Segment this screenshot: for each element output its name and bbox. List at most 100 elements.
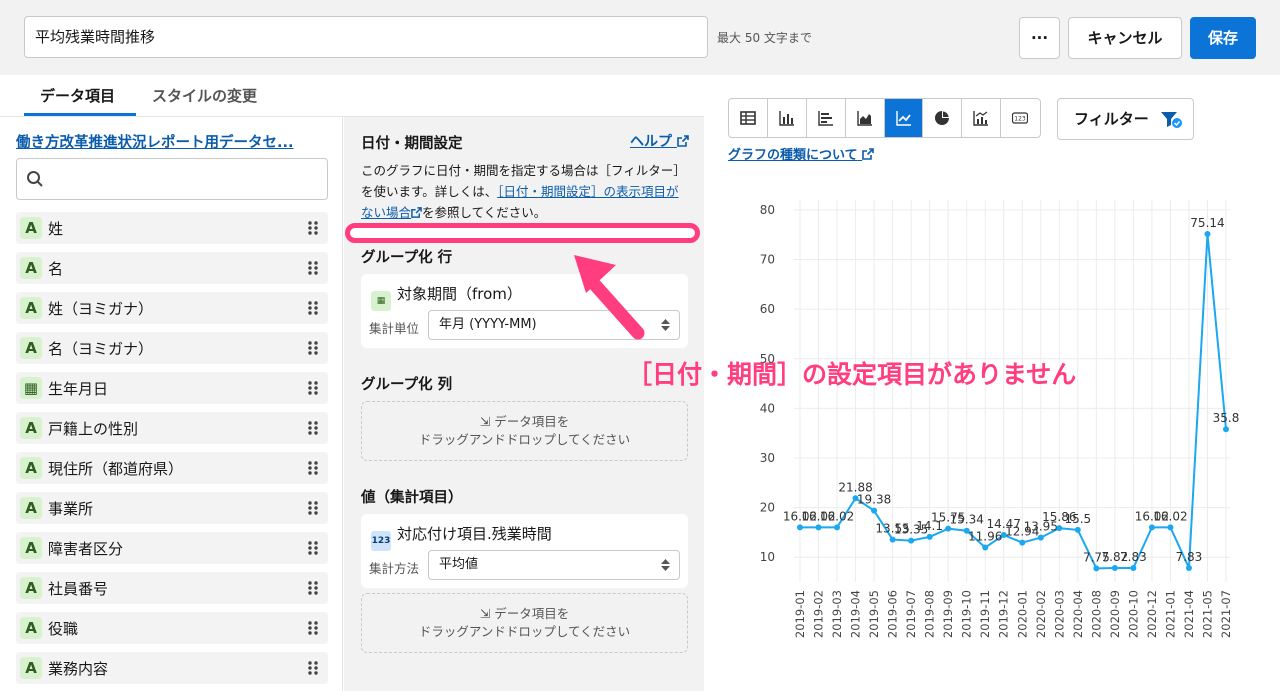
x-tick-label: 2021-01 [1163,590,1177,638]
x-tick-label: 2019-06 [886,590,900,638]
drag-handle-icon[interactable] [308,621,318,635]
data-point [1130,564,1137,571]
field-item[interactable]: A 戸籍上の性別 [16,412,328,444]
x-tick-label: 2019-01 [793,590,807,638]
data-point [1111,565,1118,572]
annotation-arrow [574,255,645,340]
drop-icon: ⇲ [479,606,491,621]
data-point [1019,539,1026,546]
help-link[interactable]: ヘルプ [630,131,689,151]
drop-zone-line-2: ドラッグアンドドロップしてください [418,432,631,447]
data-label: 16.02 [820,509,854,523]
drag-handle-icon[interactable] [308,501,318,515]
data-point [1056,525,1063,532]
field-label: 生年月日 [48,380,109,398]
save-button[interactable]: 保存 [1190,17,1256,59]
field-item[interactable]: ▦ 生年月日 [16,372,328,404]
search-icon [27,171,43,187]
field-label: 障害者区分 [48,540,124,558]
drop-icon: ⇲ [479,414,491,429]
dataset-link[interactable]: 働き方改革推進状況レポート用データセ... [16,131,328,152]
field-item[interactable]: A 現住所（都道府県） [16,452,328,484]
method-select-value: 平均値 [439,557,479,572]
data-point [1223,426,1229,433]
drag-handle-icon[interactable] [308,341,318,355]
data-point [1185,564,1192,571]
group-col-drop-zone[interactable]: ⇲ データ項目を ドラッグアンドドロップしてください [361,401,688,461]
drag-handle-icon[interactable] [308,581,318,595]
data-label: 15.34 [950,513,984,527]
field-item[interactable]: A 事業所 [16,492,328,524]
text-type-icon: A [20,497,42,519]
field-item[interactable]: A姓 [16,212,328,244]
active-tab-indicator [24,113,136,116]
x-tick-label: 2020-08 [1089,590,1103,638]
date-section-title: 日付・期間設定 [361,136,463,152]
text-type-icon: A [20,337,42,359]
field-label: 姓（ヨミガナ） [48,300,154,318]
field-label: 戸籍上の性別 [48,420,139,438]
y-tick-label: 40 [760,401,775,415]
unit-select-value: 年月 (YYYY-MM) [439,317,537,332]
cancel-button[interactable]: キャンセル [1068,17,1182,59]
y-tick-label: 30 [760,451,775,465]
drag-handle-icon[interactable] [308,221,318,235]
field-item[interactable]: A 姓（ヨミガナ） [16,292,328,324]
chart-title-input[interactable]: 平均残業時間推移 [24,16,708,58]
x-tick-label: 2020-01 [1015,590,1029,638]
field-label: 姓 [48,220,64,238]
group-col-title: グループ化 列 [361,377,453,393]
drag-handle-icon[interactable] [308,541,318,555]
field-item[interactable]: A 障害者区分 [16,532,328,564]
more-actions-button[interactable]: ··· [1019,17,1060,59]
drop-zone-text-1: ⇲ データ項目を [362,605,687,623]
field-label: 社員番号 [48,580,109,598]
data-point [834,524,841,531]
field-item[interactable]: A 役職 [16,612,328,644]
method-label: 集計方法 [369,561,420,576]
group-row-item[interactable]: ▦ 対象期間（from） [371,283,522,311]
data-point [1037,534,1044,541]
field-item[interactable]: A 名（ヨミガナ） [16,332,328,364]
help-link-label: ヘルプ [630,134,672,150]
field-item[interactable]: A 業務内容 [16,652,328,684]
header-bar: 平均残業時間推移 最大 50 文字まで ··· キャンセル 保存 [0,0,1280,75]
field-search-input[interactable] [16,158,328,200]
drag-handle-icon[interactable] [308,661,318,675]
data-point [871,507,878,514]
field-item[interactable]: A名 [16,252,328,284]
data-point [982,544,989,551]
date-section-description: このグラフに日付・期間を指定する場合は［フィルター］を使います。詳しくは、［日付… [361,160,691,223]
method-select[interactable]: 平均値 [428,550,680,580]
field-label: 名 [48,260,64,278]
drag-handle-icon[interactable] [308,381,318,395]
tab-data-items[interactable]: データ項目 [40,85,115,106]
title-limit-hint: 最大 50 文字まで [717,31,812,45]
tab-style-change[interactable]: スタイルの変更 [152,85,257,106]
data-point [889,536,896,543]
x-tick-label: 2020-02 [1034,590,1048,638]
x-tick-label: 2020-12 [1145,590,1159,638]
values-item-label: 対応付け項目.残業時間 [397,525,552,543]
x-tick-label: 2021-04 [1182,590,1196,638]
calendar-icon: ▦ [20,377,42,399]
tab-bar: データ項目 スタイルの変更 [0,75,704,117]
data-label: 19.38 [857,493,891,507]
values-item[interactable]: 123 対応付け項目.残業時間 [371,523,552,551]
drag-handle-icon[interactable] [308,261,318,275]
unit-label: 集計単位 [369,321,420,336]
field-label: 事業所 [48,500,94,518]
drop-zone-line-2: ドラッグアンドドロップしてください [418,624,631,639]
text-type-icon: A [20,297,42,319]
x-tick-label: 2019-12 [997,590,1011,638]
values-drop-zone[interactable]: ⇲ データ項目を ドラッグアンドドロップしてください [361,593,688,653]
data-point [1204,231,1211,238]
field-label: 役職 [48,620,79,638]
drag-handle-icon[interactable] [308,301,318,315]
drop-zone-line-1: データ項目を [494,414,570,429]
drop-zone-line-1: データ項目を [494,606,570,621]
drag-handle-icon[interactable] [308,461,318,475]
x-tick-label: 2021-05 [1200,590,1214,638]
field-item[interactable]: A 社員番号 [16,572,328,604]
drag-handle-icon[interactable] [308,421,318,435]
